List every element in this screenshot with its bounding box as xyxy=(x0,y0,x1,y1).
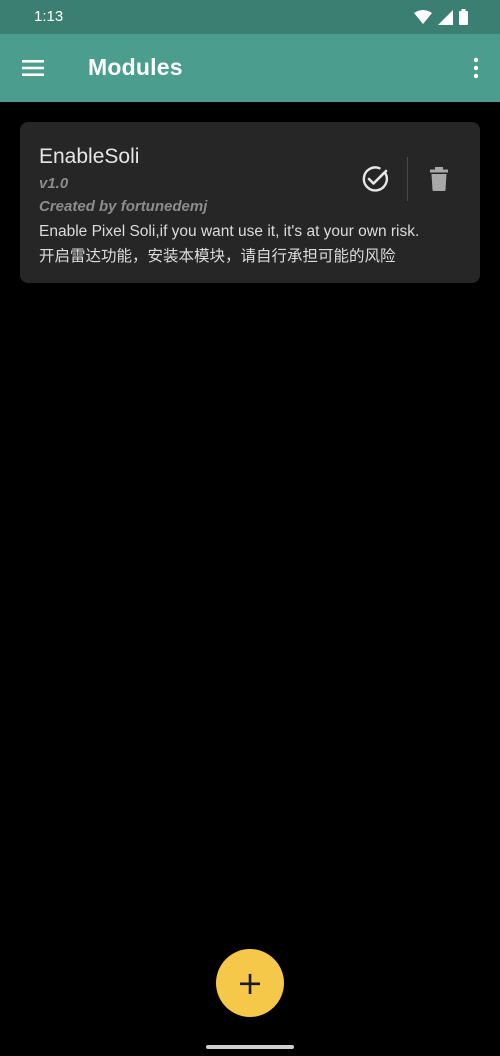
check-circle-icon[interactable] xyxy=(360,164,390,194)
more-vert-icon[interactable] xyxy=(470,56,482,80)
module-description-line: Enable Pixel Soli,if you want use it, it… xyxy=(39,223,420,240)
page-title: Modules xyxy=(88,54,183,80)
module-name: EnableSoli xyxy=(39,145,140,168)
status-icons xyxy=(414,9,468,25)
module-card[interactable]: EnableSoli v1.0 Created by fortunedemj E… xyxy=(20,122,480,283)
trash-icon[interactable] xyxy=(428,166,450,192)
module-author: Created by fortunedemj xyxy=(39,198,208,215)
status-time: 1:13 xyxy=(34,8,64,25)
card-divider xyxy=(407,157,408,201)
add-icon: + xyxy=(236,964,264,1002)
module-description: Enable Pixel Soli,if you want use it, it… xyxy=(39,220,471,268)
status-bar: 1:13 xyxy=(0,0,500,34)
module-description-line: 开启雷达功能，安装本模块，请自行承担可能的风险 xyxy=(39,247,396,265)
wifi-icon xyxy=(414,9,432,25)
gesture-nav-handle[interactable] xyxy=(206,1045,294,1049)
modules-screen: 1:13 Modules EnableSoli v1.0 Created by … xyxy=(0,0,500,1056)
battery-icon xyxy=(459,9,468,25)
hamburger-menu-icon[interactable] xyxy=(20,56,48,80)
signal-icon xyxy=(438,9,453,25)
add-module-button[interactable]: + xyxy=(216,949,284,1017)
app-bar: Modules xyxy=(0,34,500,102)
module-version: v1.0 xyxy=(39,175,69,192)
